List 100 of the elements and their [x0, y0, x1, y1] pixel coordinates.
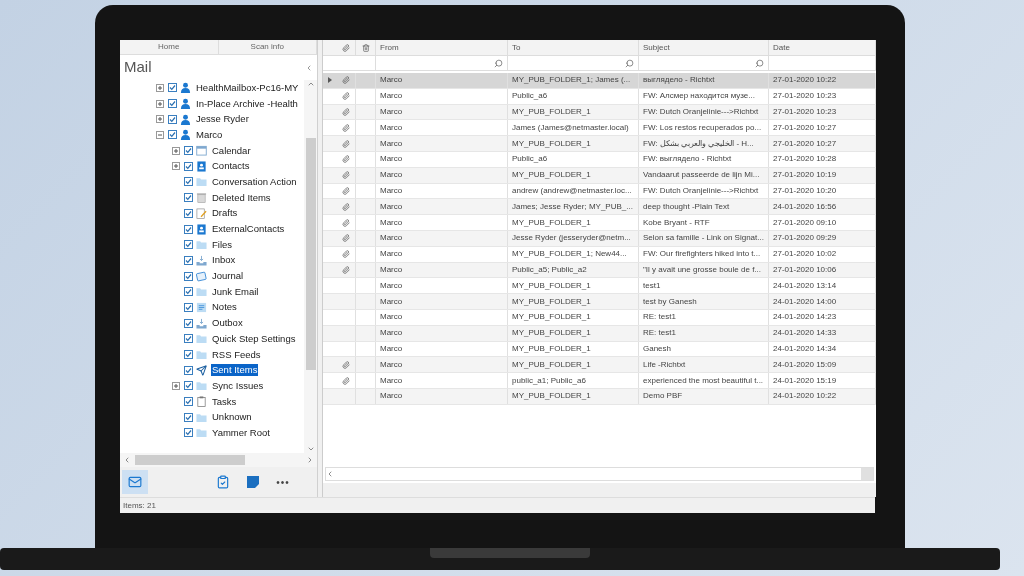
checkbox[interactable]	[184, 365, 193, 375]
message-row[interactable]: Marco James; Jesse Ryder; MY_PUB_... deep thought -Plain Text 24-01-2020 16:56	[323, 199, 876, 216]
checkbox[interactable]	[184, 177, 193, 187]
tree-item[interactable]: HealthMailbox-Pc16-MY	[195, 81, 300, 94]
message-row[interactable]: Marco MY_PUB_FOLDER_1; James (... выглядело - Richtxt 27-01-2020 10:22	[323, 73, 876, 89]
tree-item[interactable]: ExternalContacts	[211, 223, 286, 236]
tree-item[interactable]: Inbox	[211, 254, 237, 267]
mail-icon	[128, 475, 142, 489]
vertical-scrollbar[interactable]	[304, 80, 317, 453]
more-button[interactable]: •••	[270, 470, 296, 494]
tree-item[interactable]: Journal	[211, 270, 245, 283]
expand-toggle[interactable]	[156, 83, 164, 92]
mail-nav-button[interactable]	[122, 470, 148, 494]
collapse-toggle[interactable]	[156, 130, 164, 139]
tree-item[interactable]: Files	[211, 238, 234, 251]
table-cell: FW: Dutch Oranjelinie--->Richtxt	[643, 184, 759, 197]
ribbon-tab[interactable]: Scan info	[218, 40, 317, 54]
table-cell: MY_PUB_FOLDER_1	[512, 327, 591, 340]
tree-item[interactable]: Yammer Root	[211, 426, 271, 439]
checkbox[interactable]	[184, 287, 193, 297]
column-header[interactable]: To	[508, 40, 639, 55]
expand-toggle[interactable]	[156, 99, 164, 108]
checkbox[interactable]	[184, 428, 193, 438]
tree-item[interactable]: Junk Email	[211, 285, 260, 298]
table-cell: 24-01-2020 13:14	[773, 279, 837, 292]
tree-item[interactable]: Outbox	[211, 317, 244, 330]
checkbox[interactable]	[168, 130, 177, 140]
message-row[interactable]: Marco MY_PUB_FOLDER_1 Life -Richtxt 24-01-2020 15:09	[323, 357, 876, 374]
column-header[interactable]: Date	[769, 40, 876, 55]
table-cell: MY_PUB_FOLDER_1	[512, 106, 591, 118]
checkbox[interactable]	[168, 99, 177, 109]
table-cell: Ganesh	[643, 342, 672, 355]
contact-card-icon	[196, 160, 207, 172]
scroll-thumb[interactable]	[135, 455, 245, 465]
tree-item[interactable]: Calendar	[211, 144, 252, 157]
expand-toggle[interactable]	[172, 381, 180, 390]
column-header[interactable]: From	[376, 40, 508, 55]
checkbox[interactable]	[184, 412, 193, 422]
tree-item[interactable]: Conversation Action	[211, 175, 298, 188]
expand-toggle[interactable]	[172, 162, 180, 171]
tree-item[interactable]: Marco	[195, 128, 224, 141]
table-cell: MY_PUB_FOLDER_1	[512, 169, 591, 182]
message-row[interactable]: Marco MY_PUB_FOLDER_1 test by Ganesh 24-01-2020 14:00	[323, 294, 876, 310]
checkbox[interactable]	[168, 83, 177, 93]
tree-item[interactable]: Drafts	[211, 207, 239, 220]
column-header[interactable]: Subject	[639, 40, 769, 55]
tree-item[interactable]: Tasks	[211, 395, 238, 408]
tree-item[interactable]: Jesse Ryder	[195, 113, 250, 126]
checkbox[interactable]	[184, 334, 193, 344]
checkbox[interactable]	[184, 161, 193, 171]
folder-icon	[196, 427, 207, 439]
tree-item[interactable]: Contacts	[211, 160, 251, 173]
message-row[interactable]: Marco MY_PUB_FOLDER_1 Kobe Bryant - RTF 27-01-2020 09:10	[323, 215, 876, 231]
tree-item[interactable]: RSS Feeds	[211, 348, 262, 361]
tree-item[interactable]: Notes	[211, 301, 238, 314]
tree-item[interactable]: Sync Issues	[211, 379, 265, 392]
table-cell: Vandaarut passeerde de lijn Mi...	[643, 169, 760, 182]
horizontal-scrollbar[interactable]	[120, 453, 317, 467]
table-cell: MY_PUB_FOLDER_1	[512, 216, 591, 229]
table-cell: 27-01-2020 10:22	[773, 74, 837, 87]
tree-item[interactable]: Sent Items	[211, 364, 259, 377]
tree-item[interactable]: In-Place Archive -Health	[195, 97, 299, 110]
scroll-thumb[interactable]	[305, 138, 316, 370]
trash-header-icon[interactable]	[361, 43, 370, 52]
tree-item[interactable]: Unknown	[211, 411, 253, 424]
checkbox[interactable]	[184, 381, 193, 391]
scroll-left-icon[interactable]	[123, 456, 131, 464]
checkbox[interactable]	[184, 240, 193, 250]
checkbox[interactable]	[184, 271, 193, 281]
checkbox[interactable]	[184, 350, 193, 360]
checkbox[interactable]	[184, 208, 193, 218]
horizontal-scrollbar[interactable]	[325, 467, 874, 481]
table-cell: Public_a6	[512, 90, 548, 103]
message-row[interactable]: Marco public_a1; Public_a6 experienced the most beautiful t... 24-01-2020 15:19	[323, 373, 876, 389]
tree-item[interactable]: Deleted Items	[211, 191, 272, 204]
table-cell: 24-01-2020 14:34	[773, 342, 837, 355]
scroll-down-icon[interactable]	[306, 445, 315, 453]
scroll-up-icon[interactable]	[306, 80, 315, 88]
table-cell: FW: Dutch Oranjelinie--->Richtxt	[643, 106, 759, 118]
message-row[interactable]: Marco MY_PUB_FOLDER_1 test1 24-01-2020 13:14	[323, 278, 876, 295]
expand-toggle[interactable]	[156, 115, 164, 124]
checkbox[interactable]	[184, 302, 193, 312]
tree-item[interactable]: Quick Step Settings	[211, 332, 297, 345]
expand-toggle[interactable]	[172, 146, 180, 155]
checkbox[interactable]	[184, 193, 193, 203]
scroll-thumb[interactable]	[861, 468, 873, 480]
ribbon-tab[interactable]: Home	[120, 40, 219, 54]
checkbox[interactable]	[168, 114, 177, 124]
message-row[interactable]: Marco James (James@netmaster.local) FW: Los restos recuperados po... 27-01-2020 10:27	[323, 120, 876, 137]
scroll-left-icon[interactable]	[326, 470, 334, 478]
attachment-header-icon[interactable]	[341, 43, 350, 52]
checkbox[interactable]	[184, 224, 193, 234]
table-cell: Marco	[380, 200, 403, 213]
checkbox[interactable]	[184, 146, 193, 156]
checkbox[interactable]	[184, 397, 193, 407]
folder-icon	[196, 239, 207, 251]
scroll-right-icon[interactable]	[306, 456, 314, 464]
collapse-pane-icon[interactable]	[305, 63, 313, 72]
checkbox[interactable]	[184, 255, 193, 265]
checkbox[interactable]	[184, 318, 193, 328]
